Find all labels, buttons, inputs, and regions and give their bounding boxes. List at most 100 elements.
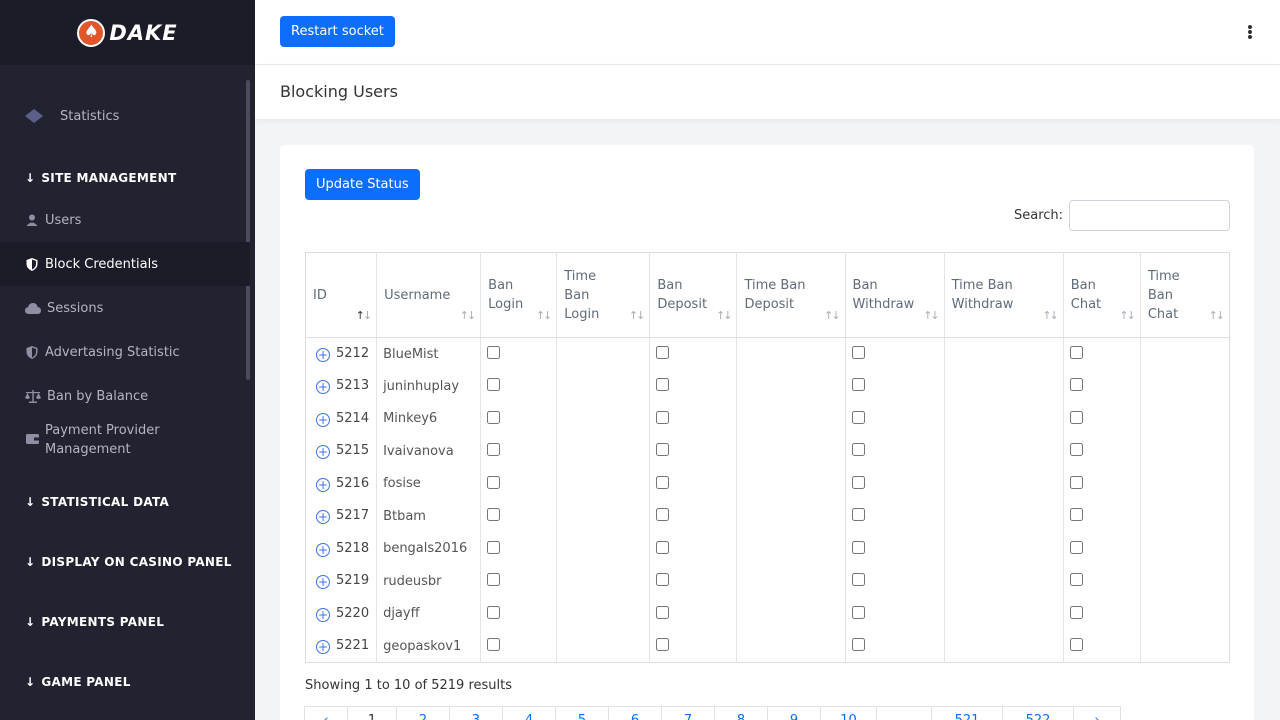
sidebar-item-payment-provider-management[interactable]: Payment Provider Management bbox=[0, 421, 250, 461]
ban-chat-checkbox[interactable] bbox=[1069, 573, 1083, 586]
section-payments-panel[interactable]: ↓ PAYMENTS PANEL bbox=[25, 615, 164, 629]
ban-deposit-checkbox[interactable] bbox=[656, 540, 670, 554]
page-button[interactable]: 3 bbox=[449, 706, 503, 720]
ban-chat-checkbox[interactable] bbox=[1069, 378, 1083, 391]
ban-withdraw-checkbox[interactable] bbox=[851, 605, 865, 619]
ban-chat-checkbox[interactable] bbox=[1069, 638, 1083, 651]
sidebar-item-advertasing-statistic[interactable]: Advertasing Statistic bbox=[0, 340, 250, 364]
brand-logo[interactable]: ♠ DAKE bbox=[0, 0, 255, 65]
ban-chat-checkbox[interactable] bbox=[1069, 605, 1083, 619]
section-site-management[interactable]: ↓ SITE MANAGEMENT bbox=[25, 171, 177, 185]
page-button[interactable]: 1 bbox=[347, 706, 397, 720]
ban-chat-checkbox[interactable] bbox=[1069, 508, 1083, 521]
sidebar-item-statistics[interactable]: Statistics bbox=[0, 104, 250, 128]
sidebar-item-ban-by-balance[interactable]: Ban by Balance bbox=[0, 384, 250, 408]
ban-withdraw-checkbox[interactable] bbox=[851, 638, 865, 651]
ban-login-checkbox[interactable] bbox=[487, 540, 501, 554]
expand-row-icon[interactable]: + bbox=[316, 445, 330, 460]
ban-deposit-checkbox[interactable] bbox=[656, 475, 670, 489]
ban-login-checkbox[interactable] bbox=[487, 508, 501, 521]
more-options-icon[interactable] bbox=[1242, 22, 1258, 42]
ban-login-checkbox[interactable] bbox=[487, 638, 501, 651]
ban-withdraw-checkbox[interactable] bbox=[851, 378, 865, 391]
ban-deposit-checkbox[interactable] bbox=[656, 410, 670, 424]
ban-chat-checkbox[interactable] bbox=[1069, 443, 1083, 456]
ban-deposit-checkbox[interactable] bbox=[656, 605, 670, 619]
ban-login-checkbox[interactable] bbox=[487, 378, 501, 391]
column-header-time-ban-login[interactable]: Time Ban Login ↑↓ bbox=[556, 252, 651, 338]
section-statistical-data[interactable]: ↓ STATISTICAL DATA bbox=[25, 495, 169, 509]
ban-deposit-checkbox[interactable] bbox=[656, 508, 670, 521]
column-header-ban-withdraw[interactable]: Ban Withdraw ↑↓ bbox=[845, 252, 945, 338]
column-header-id[interactable]: ID ↑↓ bbox=[305, 252, 378, 338]
page-button[interactable]: 7 bbox=[661, 706, 715, 720]
page-button[interactable]: 10 bbox=[820, 706, 877, 720]
ban-chat-checkbox[interactable] bbox=[1069, 410, 1083, 424]
column-header-time-ban-chat[interactable]: Time Ban Chat ↑↓ bbox=[1140, 252, 1230, 338]
ban-chat-checkbox[interactable] bbox=[1069, 346, 1083, 359]
ban-withdraw-cell bbox=[845, 467, 945, 500]
page-button[interactable]: 6 bbox=[608, 706, 662, 720]
expand-row-icon[interactable]: + bbox=[316, 640, 330, 654]
page-button[interactable]: 522 bbox=[1002, 706, 1074, 720]
blocking-users-card: Update Status Search: ID ↑↓ Username ↑↓ Ba… bbox=[280, 145, 1254, 720]
ban-login-checkbox[interactable] bbox=[487, 346, 501, 359]
ban-deposit-checkbox[interactable] bbox=[656, 346, 670, 359]
page-button[interactable]: 521 bbox=[931, 706, 1003, 720]
ban-withdraw-checkbox[interactable] bbox=[851, 346, 865, 359]
ban-deposit-checkbox[interactable] bbox=[656, 573, 670, 586]
search-input[interactable] bbox=[1069, 200, 1230, 231]
page-button[interactable]: 9 bbox=[767, 706, 821, 720]
column-header-username[interactable]: Username ↑↓ bbox=[376, 252, 482, 338]
ban-login-checkbox[interactable] bbox=[487, 410, 501, 424]
ban-login-checkbox[interactable] bbox=[487, 605, 501, 619]
update-status-button[interactable]: Update Status bbox=[305, 169, 420, 200]
sidebar-item-sessions[interactable]: Sessions bbox=[0, 296, 250, 320]
ban-deposit-checkbox[interactable] bbox=[656, 378, 670, 391]
ban-withdraw-checkbox[interactable] bbox=[851, 508, 865, 521]
ban-login-checkbox[interactable] bbox=[487, 573, 501, 586]
expand-row-icon[interactable]: + bbox=[316, 607, 330, 622]
ban-withdraw-checkbox[interactable] bbox=[851, 475, 865, 489]
page-button[interactable]: 2 bbox=[396, 706, 450, 720]
ban-deposit-checkbox[interactable] bbox=[656, 443, 670, 456]
ban-chat-checkbox[interactable] bbox=[1069, 475, 1083, 489]
restart-socket-button[interactable]: Restart socket bbox=[280, 16, 395, 47]
ban-withdraw-checkbox[interactable] bbox=[851, 443, 865, 456]
expand-row-icon[interactable]: + bbox=[316, 575, 330, 590]
ban-login-checkbox[interactable] bbox=[487, 475, 501, 489]
expand-row-icon[interactable]: + bbox=[316, 510, 330, 525]
ban-withdraw-checkbox[interactable] bbox=[851, 540, 865, 554]
section-game-panel[interactable]: ↓ GAME PANEL bbox=[25, 675, 131, 689]
page-button[interactable]: 4 bbox=[502, 706, 556, 720]
column-header-time-ban-withdraw[interactable]: Time Ban Withdraw ↑↓ bbox=[944, 252, 1064, 338]
ban-login-checkbox[interactable] bbox=[487, 443, 501, 456]
pagination: ‹12345678910...521522› bbox=[304, 706, 1121, 720]
expand-row-icon[interactable]: + bbox=[316, 380, 330, 395]
time-ban-deposit-cell bbox=[736, 467, 846, 500]
sidebar-item-block-credentials[interactable]: Block Credentials bbox=[0, 242, 250, 286]
expand-row-icon[interactable]: + bbox=[316, 542, 330, 557]
section-display-on-casino-panel[interactable]: ↓ DISPLAY ON CASINO PANEL bbox=[25, 555, 232, 569]
expand-row-icon[interactable]: + bbox=[316, 412, 330, 427]
column-header-ban-login[interactable]: Ban Login ↑↓ bbox=[480, 252, 558, 338]
expand-row-icon[interactable]: + bbox=[316, 477, 330, 492]
arrow-down-icon: ↓ bbox=[25, 615, 36, 629]
column-header-time-ban-deposit[interactable]: Time Ban Deposit ↑↓ bbox=[736, 252, 846, 338]
column-header-ban-chat[interactable]: Ban Chat ↑↓ bbox=[1063, 252, 1141, 338]
ban-withdraw-checkbox[interactable] bbox=[851, 410, 865, 424]
ban-login-cell bbox=[480, 565, 558, 598]
id-cell: +5214 bbox=[305, 402, 378, 435]
ban-chat-checkbox[interactable] bbox=[1069, 540, 1083, 554]
time-ban-chat-cell bbox=[1140, 370, 1229, 403]
column-header-ban-deposit[interactable]: Ban Deposit ↑↓ bbox=[649, 252, 738, 338]
page-button[interactable]: 5 bbox=[555, 706, 609, 720]
page-button[interactable]: 8 bbox=[714, 706, 768, 720]
expand-row-icon[interactable]: + bbox=[316, 348, 330, 362]
previous-page-button[interactable]: ‹ bbox=[304, 706, 348, 720]
ban-withdraw-checkbox[interactable] bbox=[851, 573, 865, 586]
sidebar-item-users[interactable]: Users bbox=[0, 208, 250, 232]
next-page-button[interactable]: › bbox=[1073, 706, 1121, 720]
ban-deposit-checkbox[interactable] bbox=[656, 638, 670, 651]
ban-login-cell bbox=[480, 532, 558, 565]
